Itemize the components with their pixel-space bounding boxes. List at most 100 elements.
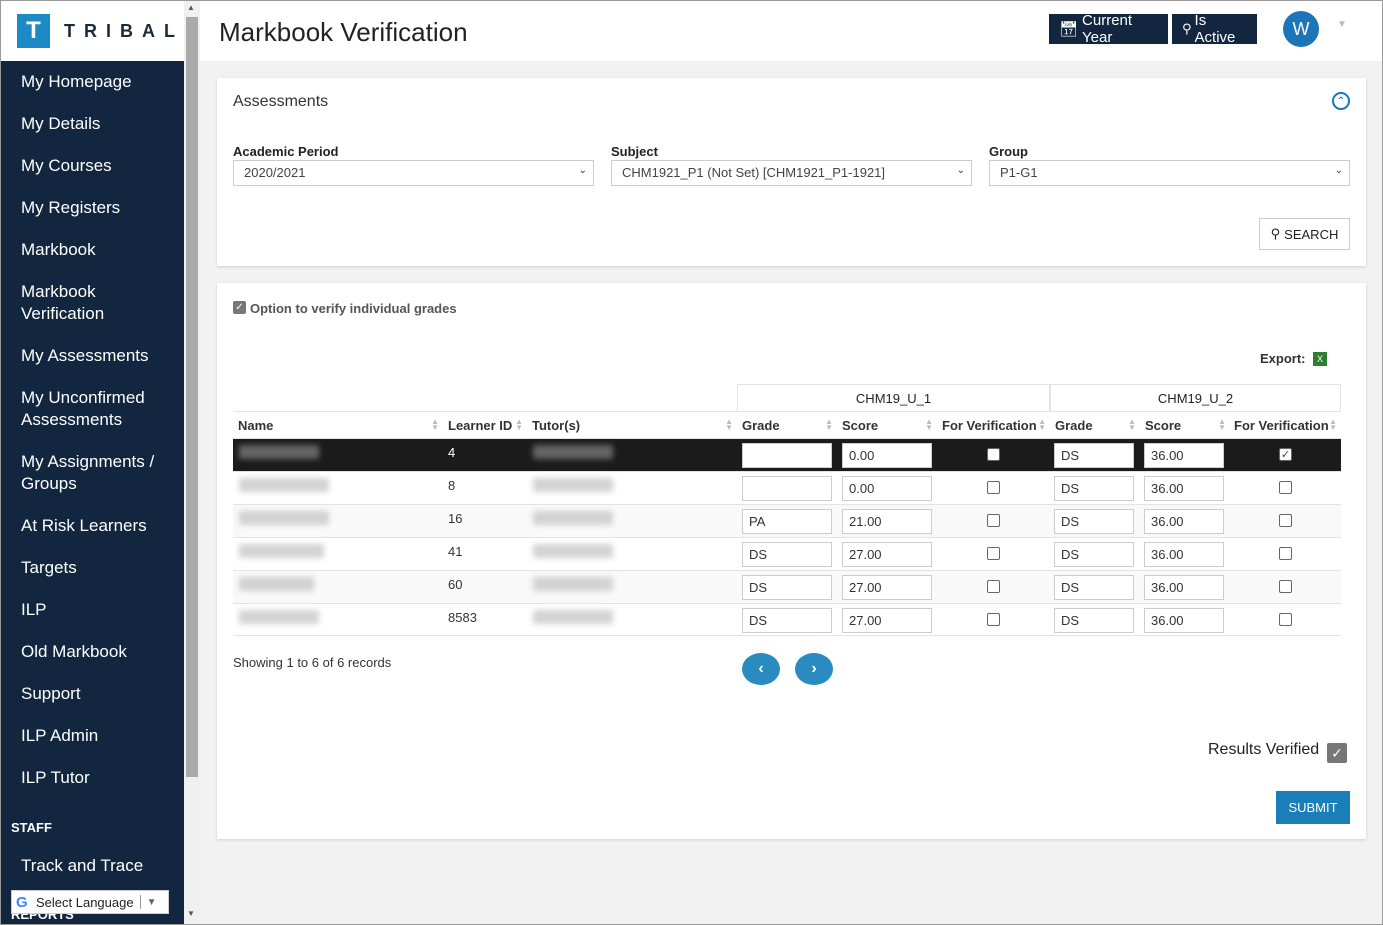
sidebar-item-ilp-admin[interactable]: ILP Admin bbox=[21, 725, 181, 747]
col-header-u2-score[interactable]: Score ▲ ▼ bbox=[1140, 411, 1230, 438]
u2-score-input[interactable]: 36.00 bbox=[1144, 542, 1224, 567]
records-count: Showing 1 to 6 of 6 records bbox=[233, 655, 392, 670]
u2-score-input[interactable]: 36.00 bbox=[1144, 443, 1224, 468]
group-header-u2: CHM19_U_2 bbox=[1050, 384, 1341, 411]
table-row[interactable]: 4 0.00 DS 36.00 ✓ bbox=[233, 438, 1341, 471]
table-row[interactable]: 8 0.00 DS 36.00 bbox=[233, 471, 1341, 504]
sidebar-item-my-assignments-groups[interactable]: My Assignments / Groups bbox=[21, 451, 181, 495]
avatar[interactable]: W bbox=[1283, 11, 1319, 47]
col-name-label: Name bbox=[238, 417, 274, 433]
learner-name-redacted bbox=[239, 445, 319, 459]
results-verified-checkbox[interactable]: ✓ bbox=[1327, 743, 1347, 763]
table-row[interactable]: 16 PA 21.00 DS 36.00 bbox=[233, 504, 1341, 537]
u1-grade-input[interactable] bbox=[742, 443, 832, 468]
u1-verify-checkbox[interactable] bbox=[987, 514, 1000, 527]
sidebar-item-ilp-tutor[interactable]: ILP Tutor bbox=[21, 767, 181, 789]
u1-score-input[interactable]: 27.00 bbox=[842, 542, 932, 567]
u1-grade-input[interactable] bbox=[742, 476, 832, 501]
sidebar-scrollbar[interactable]: ▲ ▼ bbox=[184, 1, 200, 924]
col-header-u2-verify[interactable]: For Verification ▲ ▼ bbox=[1230, 411, 1341, 438]
u1-verify-checkbox[interactable] bbox=[987, 481, 1000, 494]
sidebar-item-targets[interactable]: Targets bbox=[21, 557, 181, 579]
u1-grade-input[interactable]: DS bbox=[742, 575, 832, 600]
sidebar-item-markbook[interactable]: Markbook bbox=[21, 239, 181, 261]
col-header-u2-grade[interactable]: Grade ▲ ▼ bbox=[1050, 411, 1140, 438]
tutor-name-redacted bbox=[533, 577, 613, 591]
u2-verify-checkbox[interactable] bbox=[1279, 514, 1292, 527]
submit-button[interactable]: SUBMIT bbox=[1276, 791, 1350, 824]
chevron-down-icon[interactable]: ▼ bbox=[1337, 19, 1347, 30]
tribal-logo[interactable]: T TRIBAL bbox=[1, 1, 184, 61]
sidebar-item-markbook-verification[interactable]: Markbook Verification bbox=[21, 281, 181, 325]
u1-grade-input[interactable]: DS bbox=[742, 542, 832, 567]
table-row[interactable]: 8583 DS 27.00 DS 36.00 bbox=[233, 603, 1341, 636]
excel-export-icon[interactable]: X bbox=[1313, 352, 1327, 366]
u1-grade-input[interactable]: PA bbox=[742, 509, 832, 534]
col-header-u1-verify[interactable]: For Verification ▲ ▼ bbox=[937, 411, 1050, 438]
collapse-chevron-up-icon[interactable]: ⌃ bbox=[1332, 92, 1350, 110]
group-select[interactable]: P1-G1 ⌄ bbox=[989, 160, 1350, 186]
u1-verify-checkbox[interactable] bbox=[987, 448, 1000, 461]
assessments-panel: Assessments ⌃ Academic Period 2020/2021 … bbox=[217, 78, 1366, 266]
u2-grade-input[interactable]: DS bbox=[1054, 476, 1134, 501]
u2-score-input[interactable]: 36.00 bbox=[1144, 575, 1224, 600]
sidebar-item-support[interactable]: Support bbox=[21, 683, 181, 705]
u2-verify-checkbox[interactable] bbox=[1279, 547, 1292, 560]
academic-period-select[interactable]: 2020/2021 ⌄ bbox=[233, 160, 594, 186]
sidebar-item-my-details[interactable]: My Details bbox=[21, 113, 181, 135]
u2-grade-input[interactable]: DS bbox=[1054, 443, 1134, 468]
u1-score-input[interactable]: 27.00 bbox=[842, 608, 932, 633]
scroll-thumb[interactable] bbox=[186, 17, 198, 777]
sidebar-item-my-homepage[interactable]: My Homepage bbox=[21, 71, 181, 93]
learner-id: 16 bbox=[448, 511, 463, 526]
u1-score-input[interactable]: 0.00 bbox=[842, 476, 932, 501]
u2-verify-checkbox[interactable] bbox=[1279, 613, 1292, 626]
col-header-u1-grade[interactable]: Grade ▲ ▼ bbox=[737, 411, 837, 438]
u1-verify-checkbox[interactable] bbox=[987, 547, 1000, 560]
u2-score-input[interactable]: 36.00 bbox=[1144, 476, 1224, 501]
u2-grade-input[interactable]: DS bbox=[1054, 542, 1134, 567]
sidebar-item-track-and-trace[interactable]: Track and Trace bbox=[21, 855, 181, 877]
u2-verify-checkbox[interactable] bbox=[1279, 481, 1292, 494]
page-title: Markbook Verification bbox=[219, 17, 468, 47]
u2-verify-checkbox[interactable]: ✓ bbox=[1279, 448, 1292, 461]
col-header-u1-score[interactable]: Score ▲ ▼ bbox=[837, 411, 937, 438]
u1-verify-checkbox[interactable] bbox=[987, 613, 1000, 626]
sidebar-item-at-risk-learners[interactable]: At Risk Learners bbox=[21, 515, 181, 537]
sidebar-item-my-courses[interactable]: My Courses bbox=[21, 155, 181, 177]
search-button[interactable]: ⚲ SEARCH bbox=[1259, 218, 1350, 250]
table-row[interactable]: 41 DS 27.00 DS 36.00 bbox=[233, 537, 1341, 570]
col-header-tutors[interactable]: Tutor(s) ▲ ▼ bbox=[527, 411, 737, 438]
table-row[interactable]: 60 DS 27.00 DS 36.00 bbox=[233, 570, 1341, 603]
sidebar-item-my-unconfirmed-assessments[interactable]: My Unconfirmed Assessments bbox=[21, 387, 181, 431]
language-select[interactable]: G Select Language ▼ bbox=[11, 890, 169, 914]
col-header-learner-id[interactable]: Learner ID ▲ ▼ bbox=[443, 411, 527, 438]
u2-grade-input[interactable]: DS bbox=[1054, 575, 1134, 600]
sidebar-item-my-assessments[interactable]: My Assessments bbox=[21, 345, 181, 367]
u1-score-input[interactable]: 0.00 bbox=[842, 443, 932, 468]
scroll-down-arrow-icon[interactable]: ▼ bbox=[187, 909, 195, 918]
u1-score-input[interactable]: 21.00 bbox=[842, 509, 932, 534]
col-u2-grade-label: Grade bbox=[1055, 417, 1093, 433]
subject-select[interactable]: CHM1921_P1 (Not Set) [CHM1921_P1-1921] ⌄ bbox=[611, 160, 972, 186]
group-value: P1-G1 bbox=[1000, 165, 1038, 180]
u1-grade-input[interactable]: DS bbox=[742, 608, 832, 633]
next-page-button[interactable]: › bbox=[795, 653, 833, 685]
verify-individual-checkbox[interactable]: ✓ bbox=[233, 301, 246, 314]
tutor-name-redacted bbox=[533, 478, 613, 492]
u1-score-input[interactable]: 27.00 bbox=[842, 575, 932, 600]
u2-grade-input[interactable]: DS bbox=[1054, 608, 1134, 633]
col-header-name[interactable]: Name ▲ ▼ bbox=[233, 411, 443, 438]
u2-score-input[interactable]: 36.00 bbox=[1144, 509, 1224, 534]
scroll-up-arrow-icon[interactable]: ▲ bbox=[187, 3, 195, 12]
u2-score-input[interactable]: 36.00 bbox=[1144, 608, 1224, 633]
u2-grade-input[interactable]: DS bbox=[1054, 509, 1134, 534]
u2-verify-checkbox[interactable] bbox=[1279, 580, 1292, 593]
current-year-button[interactable]: 📅︎ Current Year bbox=[1049, 12, 1168, 46]
u1-verify-checkbox[interactable] bbox=[987, 580, 1000, 593]
sidebar-item-my-registers[interactable]: My Registers bbox=[21, 197, 181, 219]
sidebar-item-ilp[interactable]: ILP bbox=[21, 599, 181, 621]
prev-page-button[interactable]: ‹ bbox=[742, 653, 780, 685]
is-active-button[interactable]: ⚲ Is Active bbox=[1172, 12, 1257, 46]
sidebar-item-old-markbook[interactable]: Old Markbook bbox=[21, 641, 181, 663]
